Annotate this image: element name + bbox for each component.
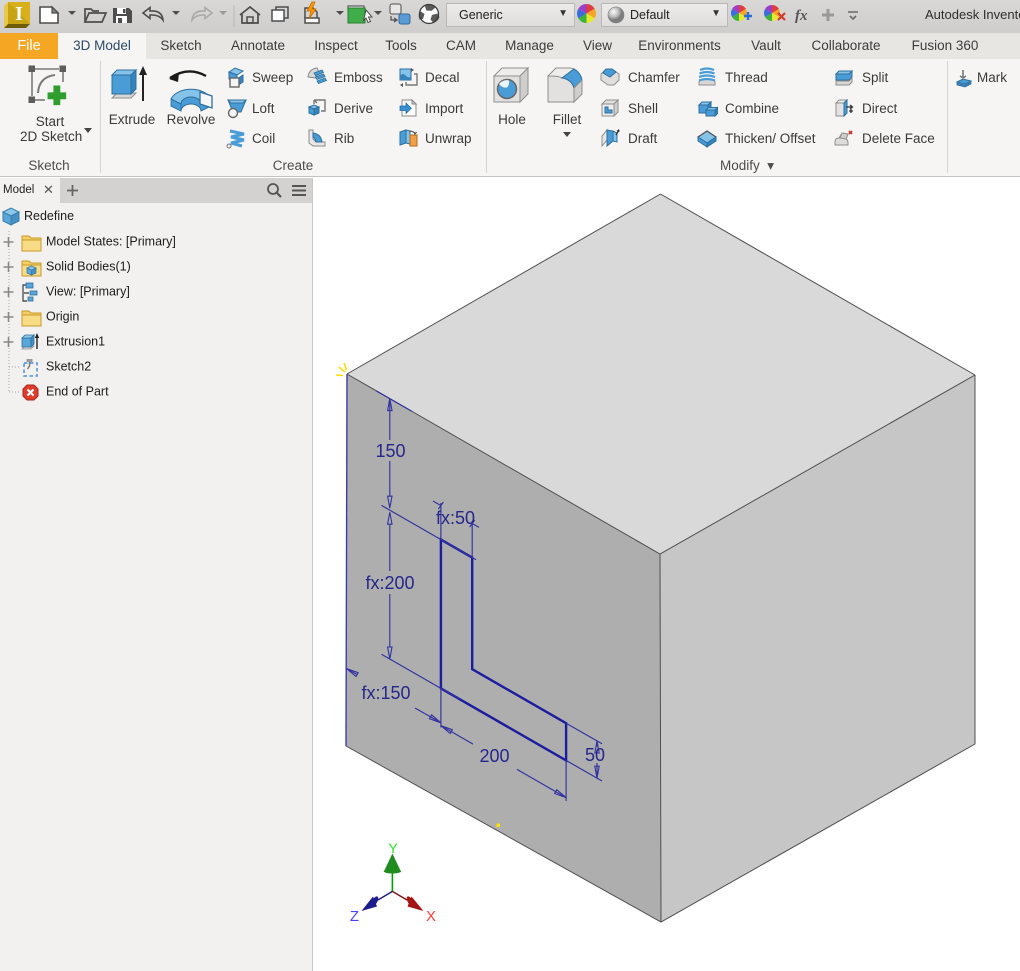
svg-text:X: X [426,908,436,925]
svg-text:Sketch2: Sketch2 [46,360,91,374]
svg-text:Origin: Origin [46,310,79,324]
svg-text:Y: Y [388,840,398,856]
svg-text:fx:50: fx:50 [436,508,475,528]
svg-text:Z: Z [350,908,359,925]
svg-text:200: 200 [479,746,509,766]
svg-text:End of Part: End of Part [46,385,109,399]
svg-text:fx:200: fx:200 [365,573,414,593]
svg-text:50: 50 [585,745,605,765]
svg-text:Extrusion1: Extrusion1 [46,335,105,349]
svg-text:Solid Bodies(1): Solid Bodies(1) [46,260,131,274]
svg-text:fx: fx [795,8,808,24]
svg-text:150: 150 [375,441,405,461]
svg-text:I: I [15,3,23,25]
svg-text:fx:150: fx:150 [361,683,410,703]
svg-text:View: [Primary]: View: [Primary] [46,285,130,299]
svg-text:Redefine: Redefine [24,209,74,223]
svg-text:Model States: [Primary]: Model States: [Primary] [46,235,176,249]
